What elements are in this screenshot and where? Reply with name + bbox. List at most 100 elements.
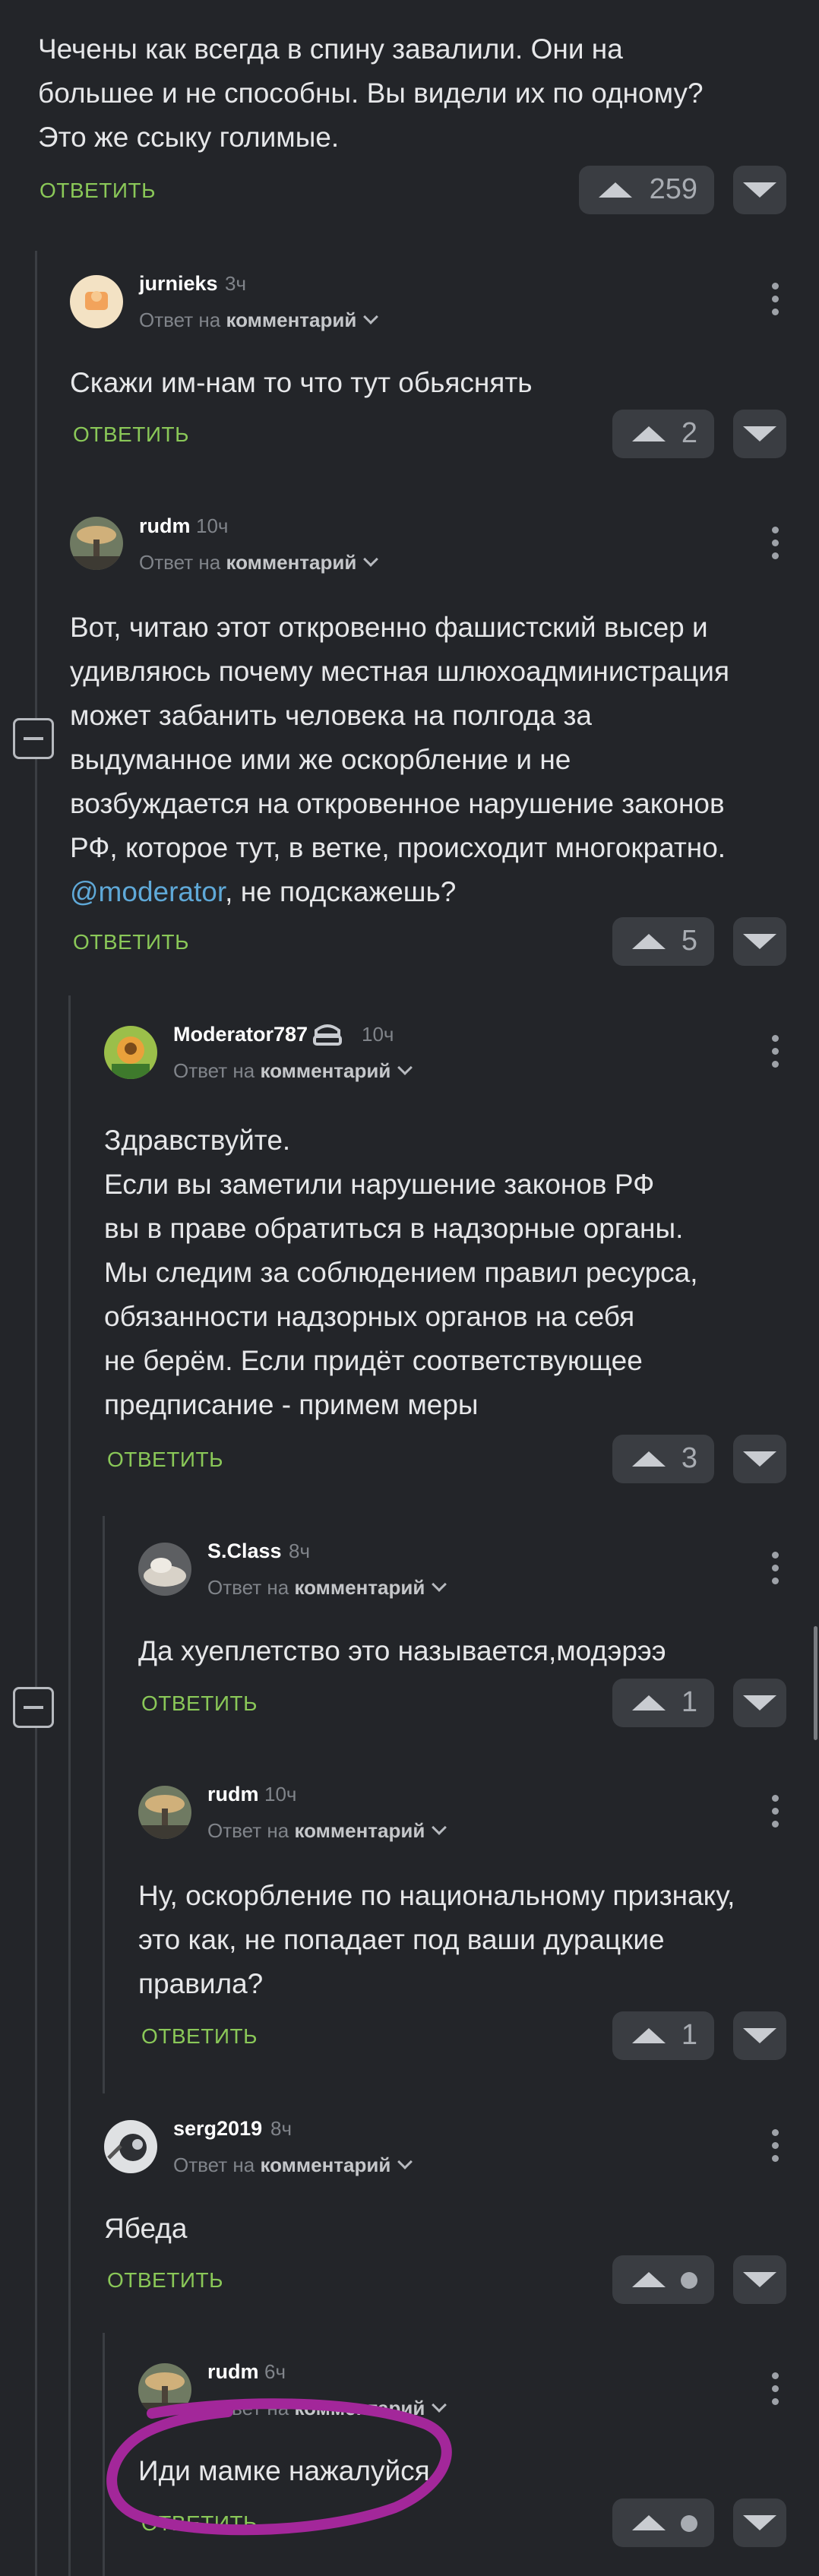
moderator-badge-icon [313, 1024, 342, 1046]
comment-text-line: обязанности надзорных органов на себя [104, 1301, 635, 1332]
upvote-button[interactable]: 3 [612, 1435, 714, 1483]
more-options-icon[interactable] [772, 1035, 779, 1074]
avatar-image-icon [107, 2134, 147, 2161]
reply-button[interactable]: ОТВЕТИТЬ [73, 930, 189, 954]
comment-time: 10ч [196, 514, 229, 537]
author-name[interactable]: rudm [139, 514, 191, 538]
thread-line-level2 [68, 995, 71, 2576]
comment-text-line: возбуждается на откровенное нарушение за… [70, 788, 725, 819]
reply-meta[interactable]: Ответ на комментарий [207, 1819, 447, 1843]
arrow-down-icon [743, 2515, 776, 2530]
chevron-down-icon [397, 1060, 413, 1075]
downvote-button[interactable] [733, 2011, 786, 2060]
comment-text-line: выдуманное ими же оскорбление и не [70, 744, 571, 775]
comment-text-line: Это же ссыку голимые. [38, 122, 340, 153]
meta-target: комментарий [294, 1819, 425, 1842]
author-name[interactable]: jurnieks [139, 272, 218, 296]
reply-button[interactable]: ОТВЕТИТЬ [73, 422, 189, 447]
chevron-down-icon [363, 552, 379, 567]
vote-count: 1 [681, 1686, 697, 1718]
thread-line-level3b [103, 2333, 105, 2576]
reply-button[interactable]: ОТВЕТИТЬ [141, 1691, 258, 1716]
comment-text-line: предписание - примем меры [104, 1389, 479, 1420]
avatar[interactable] [138, 1543, 191, 1596]
avatar[interactable] [70, 275, 123, 328]
reply-meta[interactable]: Ответ на комментарий [173, 2154, 413, 2177]
more-options-icon[interactable] [772, 1795, 779, 1834]
comment-text-line: РФ, которое тут, в ветке, происходит мно… [70, 832, 726, 863]
comment-text-line: большее и не способны. Вы видели их по о… [38, 78, 704, 109]
author-name[interactable]: rudm [207, 1783, 259, 1806]
meta-prefix: Ответ на [207, 1819, 289, 1842]
author-name[interactable]: S.Class [207, 1540, 282, 1563]
downvote-button[interactable] [733, 2255, 786, 2304]
upvote-button[interactable]: 5 [612, 917, 714, 966]
avatar-image-icon [70, 526, 123, 570]
arrow-down-icon [743, 426, 776, 441]
collapse-thread-button[interactable] [13, 718, 54, 759]
comment-text-line: Да хуеплетство это называется,модэрээ [138, 1635, 666, 1666]
author-name[interactable]: rudm [207, 2360, 259, 2384]
reply-button[interactable]: ОТВЕТИТЬ [107, 2268, 223, 2293]
author-name[interactable]: serg2019 [173, 2117, 262, 2141]
downvote-button[interactable] [733, 2498, 786, 2547]
reply-button[interactable]: ОТВЕТИТЬ [107, 1448, 223, 1472]
avatar[interactable] [138, 1786, 191, 1839]
more-options-icon[interactable] [772, 283, 779, 321]
mention-link[interactable]: @moderator [70, 876, 225, 907]
meta-prefix: Ответ на [173, 1059, 255, 1082]
comment-text-line: правила? [138, 1968, 264, 1999]
more-options-icon[interactable] [772, 1552, 779, 1590]
avatar-image-icon [112, 1036, 150, 1079]
vote-count-hidden-icon [681, 2515, 697, 2532]
meta-prefix: Ответ на [139, 551, 221, 574]
vote-count: 5 [681, 925, 697, 957]
reply-meta[interactable]: Ответ на комментарий [139, 551, 379, 574]
reply-button[interactable]: ОТВЕТИТЬ [40, 179, 156, 203]
author-name[interactable]: Moderator787 [173, 1023, 308, 1046]
comment-text-line: это как, не попадает под ваши дурацкие [138, 1924, 665, 1955]
more-options-icon[interactable] [772, 2129, 779, 2168]
downvote-button[interactable] [733, 1679, 786, 1727]
reply-button[interactable]: ОТВЕТИТЬ [141, 2024, 258, 2049]
reply-meta[interactable]: Ответ на комментарий [207, 1576, 447, 1600]
upvote-button[interactable]: 1 [612, 1679, 714, 1727]
upvote-button[interactable]: 259 [579, 166, 714, 214]
comment-text-line: Если вы заметили нарушение законов РФ [104, 1169, 655, 1200]
collapse-subthread-button[interactable] [13, 1687, 54, 1728]
comment-text-line: Мы следим за соблюдением правил ресурса, [104, 1257, 698, 1288]
reply-meta[interactable]: Ответ на комментарий [139, 309, 379, 332]
more-options-icon[interactable] [772, 527, 779, 565]
comment-time: 8ч [289, 1540, 311, 1562]
comment-text-line: @moderator, не подскажешь? [70, 870, 456, 914]
reply-meta[interactable]: Ответ на комментарий [173, 1059, 413, 1083]
avatar[interactable] [70, 517, 123, 570]
avatar[interactable] [104, 1026, 157, 1079]
comment-text-line: Чечены как всегда в спину завалили. Они … [38, 33, 623, 65]
comment-text-line: Ну, оскорбление по национальному признак… [138, 1880, 735, 1911]
upvote-button[interactable]: 2 [612, 410, 714, 458]
arrow-up-icon [599, 182, 632, 198]
upvote-button[interactable] [612, 2498, 714, 2547]
downvote-button[interactable] [733, 1435, 786, 1483]
arrow-down-icon [743, 2272, 776, 2287]
chevron-down-icon [432, 1820, 447, 1835]
vote-count: 2 [681, 417, 697, 449]
downvote-button[interactable] [733, 917, 786, 966]
arrow-up-icon [632, 2272, 666, 2287]
scrollbar[interactable] [814, 1626, 817, 1740]
downvote-button[interactable] [733, 410, 786, 458]
mention-tail: , не подскажешь? [225, 876, 457, 907]
arrow-up-icon [632, 934, 666, 949]
more-options-icon[interactable] [772, 2372, 779, 2411]
avatar[interactable] [104, 2120, 157, 2173]
meta-target: комментарий [294, 1576, 425, 1599]
arrow-up-icon [632, 1695, 666, 1710]
meta-target: комментарий [226, 551, 357, 574]
comment-text-line: Здравствуйте. [104, 1125, 291, 1156]
upvote-button[interactable]: 1 [612, 2011, 714, 2060]
upvote-button[interactable] [612, 2255, 714, 2304]
chevron-down-icon [432, 1577, 447, 1592]
downvote-button[interactable] [733, 166, 786, 214]
vote-count: 1 [681, 2019, 697, 2051]
